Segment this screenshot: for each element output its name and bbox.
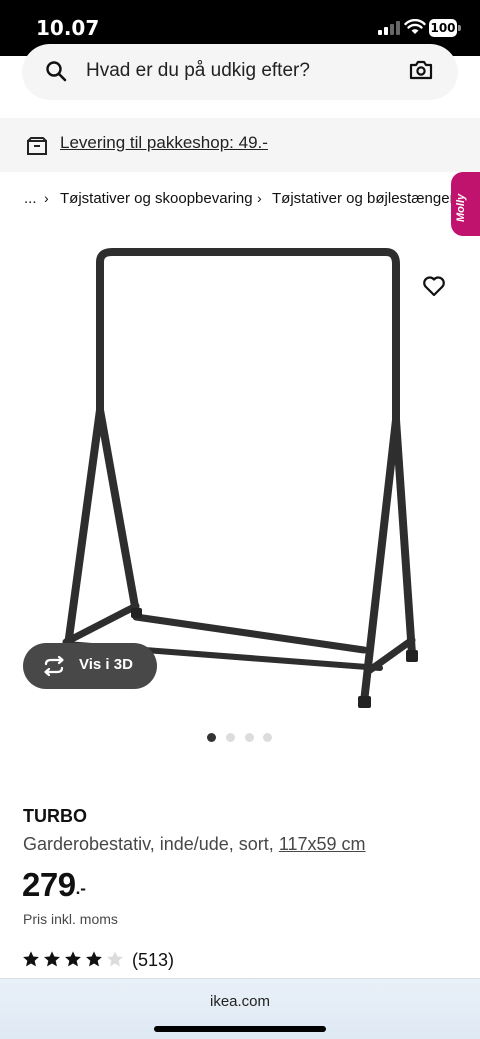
camera-search-icon[interactable]	[408, 58, 434, 82]
breadcrumb-ellipsis[interactable]: ...	[24, 190, 37, 207]
search-input[interactable]: Hvad er du på udkig efter?	[86, 60, 310, 82]
star-filled-icon	[44, 951, 60, 967]
battery-level: 100	[429, 19, 457, 37]
assistant-label: Molly	[455, 193, 467, 222]
status-time: 10.07	[36, 16, 100, 40]
star-filled-icon	[65, 951, 81, 967]
search-icon	[46, 61, 67, 82]
carousel-dot[interactable]	[263, 733, 272, 742]
star-filled-icon	[86, 951, 102, 967]
carousel-indicator	[207, 733, 277, 743]
battery-icon: 100	[429, 19, 461, 37]
home-indicator[interactable]	[154, 1026, 326, 1032]
product-dimensions-link[interactable]: 117x59 cm	[279, 834, 366, 854]
cellular-signal-icon	[378, 21, 400, 35]
breadcrumb-item[interactable]: Tøjstativer og bøjlestænger	[272, 190, 455, 207]
browser-address-bar[interactable]: ikea.com	[0, 978, 480, 1039]
review-count: (513)	[132, 950, 175, 970]
price-suffix: .-	[75, 879, 86, 898]
vat-note: Pris inkl. moms	[23, 911, 118, 927]
delivery-banner: Levering til pakkeshop: 49.-	[0, 118, 480, 172]
product-price: 279.-	[22, 866, 86, 906]
view-3d-button[interactable]: Vis i 3D	[23, 643, 157, 689]
product-name: TURBO	[23, 806, 87, 826]
breadcrumb-item[interactable]: Tøjstativer og skoopbevaring	[60, 190, 253, 207]
wifi-icon	[404, 19, 426, 34]
star-filled-icon	[23, 951, 39, 967]
view-3d-label: Vis i 3D	[79, 656, 133, 673]
price-value: 279	[22, 866, 76, 903]
assistant-tab[interactable]: Molly	[451, 172, 480, 236]
star-empty-icon	[107, 951, 123, 967]
parcel-box-icon	[27, 137, 47, 155]
browser-url[interactable]: ikea.com	[0, 993, 480, 1010]
delivery-link[interactable]: Levering til pakkeshop: 49.-	[60, 133, 268, 153]
carousel-dot[interactable]	[226, 733, 235, 742]
product-description-text: Garderobestativ, inde/ude, sort,	[23, 834, 279, 854]
chevron-right-icon: ›	[44, 190, 49, 206]
product-description: Garderobestativ, inde/ude, sort, 117x59 …	[23, 834, 366, 855]
rotate-3d-icon	[44, 655, 64, 677]
heart-icon[interactable]	[422, 275, 446, 297]
carousel-dot[interactable]	[207, 733, 216, 742]
chevron-right-icon: ›	[257, 190, 262, 206]
carousel-dot[interactable]	[245, 733, 254, 742]
search-bar[interactable]: Hvad er du på udkig efter?	[22, 44, 458, 100]
